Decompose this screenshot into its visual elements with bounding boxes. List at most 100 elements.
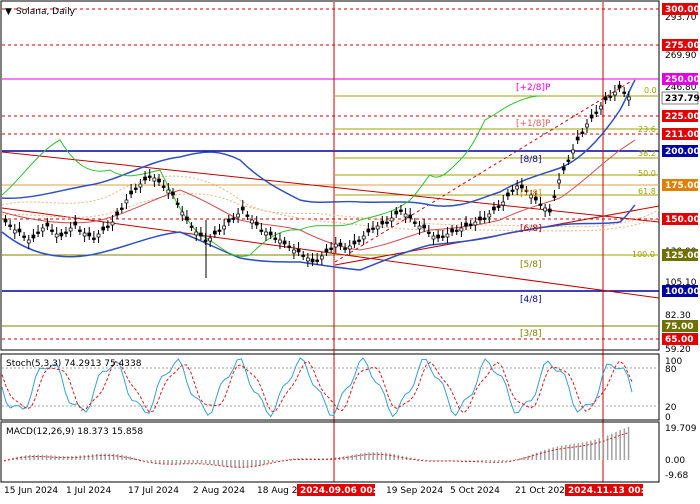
macd-bar — [150, 460, 153, 462]
candle — [105, 220, 110, 231]
macd-bar — [556, 446, 559, 460]
macd-bar — [431, 460, 433, 461]
macd-bar — [263, 460, 266, 465]
fib-label: 0.0 — [644, 86, 657, 95]
candle — [380, 216, 385, 228]
macd-bar — [79, 455, 81, 460]
candle — [68, 222, 73, 237]
candle — [575, 130, 580, 144]
macd-bar — [112, 453, 115, 460]
macd-bar — [54, 455, 56, 460]
murrey-label: [8/8] — [520, 155, 542, 165]
price-badge-label: 200.00 — [665, 147, 700, 157]
macd-bar — [351, 454, 353, 460]
murrey-label: [+1/8]P — [516, 119, 551, 129]
candle — [333, 237, 338, 253]
macd-bar — [234, 460, 236, 468]
candle — [613, 85, 617, 101]
candle — [478, 211, 482, 224]
time-highlight: 2024.11.13 00:00 — [568, 486, 657, 496]
candle — [571, 144, 575, 159]
candle — [464, 216, 468, 230]
price-badge: 175.00 — [662, 179, 700, 191]
candle — [273, 232, 278, 243]
macd-bar — [502, 460, 504, 462]
macd-bar — [271, 460, 274, 463]
price-badge-label: 175.00 — [665, 181, 700, 191]
candle — [236, 208, 240, 223]
candle — [96, 230, 101, 243]
price-badge: 200.00 — [662, 145, 700, 157]
macd-bar — [569, 444, 571, 460]
macd-bar — [590, 440, 592, 460]
macd-bar — [225, 460, 228, 467]
candle — [231, 213, 236, 223]
macd-bar — [142, 459, 144, 461]
macd-bar — [29, 454, 31, 460]
candle — [371, 221, 375, 233]
murrey-label: [7/8] — [520, 189, 542, 199]
candle — [403, 208, 408, 223]
macd-bar — [179, 460, 182, 464]
candle — [482, 211, 487, 223]
candle — [385, 216, 389, 227]
macd-axis-label: 19.709 — [665, 424, 697, 434]
price-badge-label: 237.79 — [665, 94, 700, 104]
macd-bar — [611, 433, 613, 460]
macd-bar — [615, 431, 617, 460]
candle — [115, 208, 119, 219]
price-badge: 237.79 — [661, 91, 700, 105]
macd-bar — [83, 455, 86, 460]
macd-bar — [451, 459, 454, 461]
macd-bar — [359, 453, 362, 460]
stoch-title: Stoch(5,3,3) 74.2913 75.4338 — [6, 359, 142, 369]
macd-bar — [33, 454, 35, 460]
macd-bar — [230, 460, 232, 467]
candle — [124, 194, 129, 209]
chart-window[interactable]: [+2/8]P [+1/8]P [8/8] [7/8] [6/8] [5/8] … — [0, 0, 700, 500]
macd-bar — [481, 460, 483, 461]
candle — [54, 227, 59, 243]
macd-bar — [129, 456, 132, 460]
macd-bar — [259, 460, 261, 466]
candle — [222, 219, 226, 235]
price-chart[interactable]: [+2/8]P [+1/8]P [8/8] [7/8] [6/8] [5/8] … — [0, 0, 700, 500]
macd-bar — [87, 454, 90, 460]
macd-bar — [565, 444, 567, 460]
price-badge: 300.00 — [662, 3, 700, 15]
candle — [254, 216, 259, 229]
murrey-label: [+2/8]P — [516, 83, 551, 93]
time-label: 21 Oct 202 — [515, 486, 565, 496]
candle — [92, 231, 96, 243]
macd-bar — [255, 460, 257, 467]
candle — [250, 215, 254, 229]
fib-label: 50.0 — [638, 169, 656, 178]
fib-label: 61.8 — [638, 187, 656, 196]
price-badge-label: 100.00 — [665, 287, 700, 297]
macd-bar — [598, 438, 601, 460]
time-highlight: 2024.09.06 00:00 — [300, 486, 389, 496]
candle — [366, 223, 371, 236]
macd-bar — [372, 452, 374, 460]
macd-bar — [531, 454, 534, 460]
candle — [199, 227, 203, 240]
macd-bar — [146, 460, 148, 461]
macd-bar — [238, 460, 240, 468]
macd-bar — [167, 460, 169, 464]
candle — [157, 174, 161, 186]
macd-bar — [91, 454, 94, 460]
macd-bar — [41, 454, 44, 460]
candle — [487, 210, 492, 223]
macd-bar — [552, 447, 554, 460]
candle — [212, 226, 217, 238]
candle — [454, 225, 459, 235]
macd-bar — [242, 460, 245, 468]
price-badge: 125.00 — [662, 249, 700, 261]
macd-bar — [364, 452, 366, 460]
macd-bar — [154, 460, 157, 463]
candle — [413, 218, 417, 227]
murrey-label: [5/8] — [520, 260, 542, 270]
macd-bar — [45, 455, 48, 460]
macd-bar — [355, 454, 358, 460]
macd-bar — [602, 436, 605, 460]
